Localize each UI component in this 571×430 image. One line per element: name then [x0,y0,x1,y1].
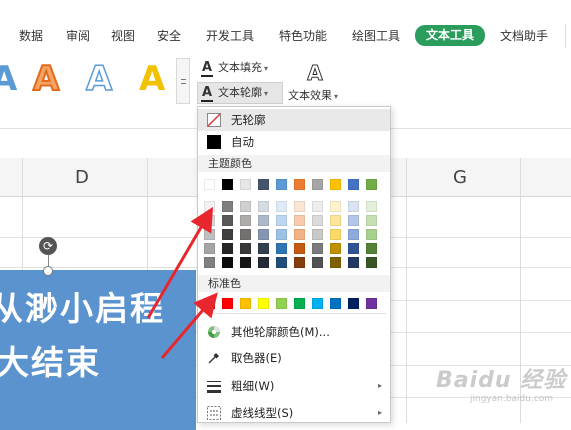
watermark-logo: Baidu 经验 [436,368,567,393]
annotation-arrow-theme-colors [146,206,214,319]
annotation-arrows [146,206,218,359]
watermark-url: jingyan.baidu.com [470,394,554,404]
annotation-arrow-standard-colors [160,292,218,359]
